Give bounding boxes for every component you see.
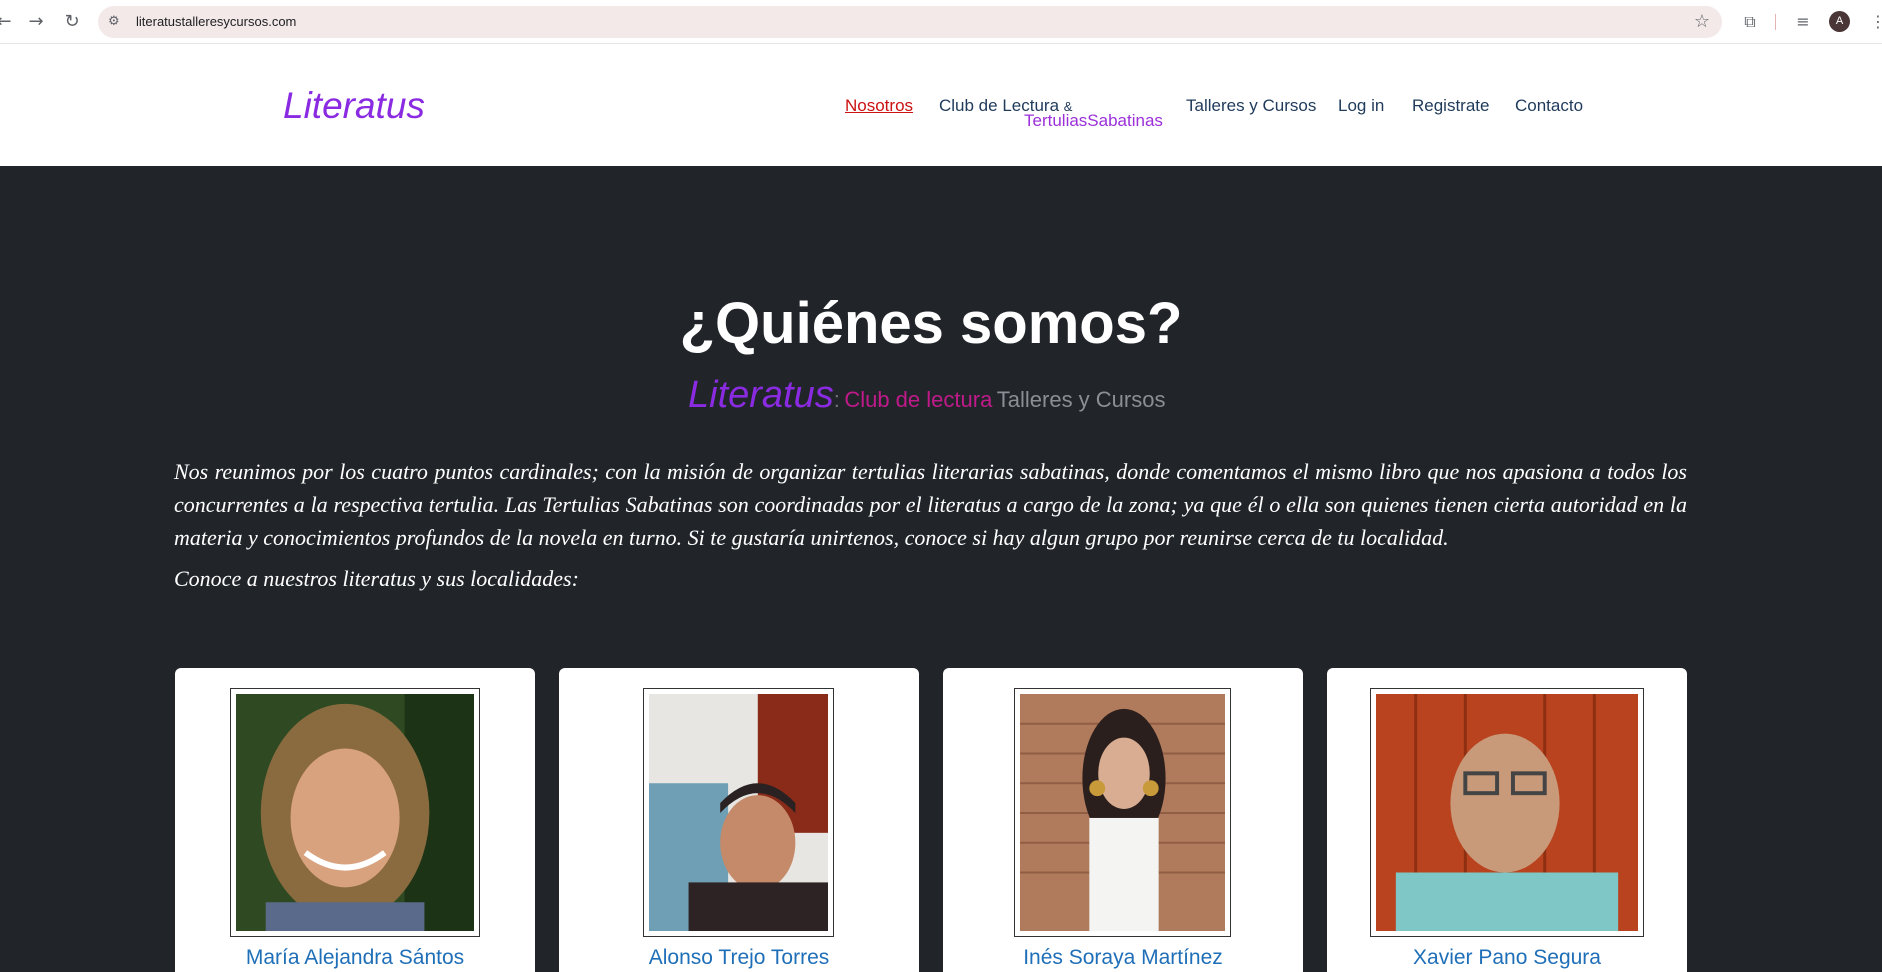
member-name[interactable]: María Alejandra Sántos bbox=[175, 946, 535, 970]
address-bar[interactable]: ⚙ literatustalleresycursos.com ☆ bbox=[98, 6, 1722, 38]
nav-contacto[interactable]: Contacto bbox=[1515, 96, 1583, 116]
menu-icon[interactable]: ⋮ bbox=[1866, 10, 1882, 34]
nav-nosotros[interactable]: Nosotros bbox=[845, 96, 913, 116]
avatar[interactable]: A bbox=[1829, 11, 1850, 32]
intro-subheading: Conoce a nuestros literatus y sus locali… bbox=[174, 566, 579, 591]
page-title: ¿Quiénes somos? bbox=[679, 291, 1183, 356]
member-card: Xavier Pano Segura bbox=[1327, 668, 1687, 972]
portrait-man-selfie bbox=[649, 694, 828, 931]
site-logo[interactable]: Literatus bbox=[283, 85, 425, 127]
extensions-icon[interactable]: ⧉ bbox=[1738, 10, 1762, 34]
member-name[interactable]: Inés Soraya Martínez bbox=[943, 946, 1303, 970]
url-text[interactable]: literatustalleresycursos.com bbox=[136, 14, 296, 29]
member-name[interactable]: Xavier Pano Segura bbox=[1327, 946, 1687, 970]
member-card: Alonso Trejo Torres bbox=[559, 668, 919, 972]
reload-icon[interactable]: ↻ bbox=[60, 10, 84, 34]
tagline-club: Club de lectura bbox=[844, 387, 993, 412]
toolbar-divider bbox=[1775, 14, 1776, 30]
intro-paragraph: Nos reunimos por los cuatro puntos cardi… bbox=[174, 459, 1687, 550]
forward-icon[interactable]: → bbox=[24, 10, 48, 34]
nav-login[interactable]: Log in bbox=[1338, 96, 1384, 116]
back-icon[interactable]: ← bbox=[0, 10, 16, 34]
nav-registrate[interactable]: Registrate bbox=[1412, 96, 1489, 116]
member-card: Inés Soraya Martínez bbox=[943, 668, 1303, 972]
member-photo[interactable] bbox=[230, 688, 480, 937]
portrait-woman-smiling bbox=[236, 694, 474, 931]
site-info-icon[interactable]: ⚙ bbox=[108, 13, 126, 31]
member-name[interactable]: Alonso Trejo Torres bbox=[559, 946, 919, 970]
browser-toolbar: ← → ↻ ⚙ literatustalleresycursos.com ☆ ⧉… bbox=[0, 0, 1882, 44]
nav-tertulias-sabatinas[interactable]: TertuliasSabatinas bbox=[1024, 111, 1163, 131]
site-header: Literatus Nosotros Club de Lectura & Ter… bbox=[0, 45, 1882, 166]
bookmark-star-icon[interactable]: ☆ bbox=[1694, 11, 1710, 32]
tagline-talleres: Talleres y Cursos bbox=[996, 387, 1166, 412]
tagline: Literatus: Club de lectura Talleres y Cu… bbox=[688, 374, 1165, 417]
member-photo[interactable] bbox=[1014, 688, 1231, 937]
member-card: María Alejandra Sántos bbox=[175, 668, 535, 972]
member-photo[interactable] bbox=[1370, 688, 1644, 937]
portrait-man-glasses bbox=[1376, 694, 1638, 931]
about-section: ¿Quiénes somos? Literatus: Club de lectu… bbox=[0, 166, 1882, 972]
tagline-colon: : bbox=[833, 387, 840, 412]
tagline-brand: Literatus bbox=[688, 374, 834, 416]
nav-talleres[interactable]: Talleres y Cursos bbox=[1186, 96, 1316, 116]
portrait-woman-brick-wall bbox=[1020, 694, 1225, 931]
media-icon[interactable]: ≡ bbox=[1791, 10, 1815, 34]
member-photo[interactable] bbox=[643, 688, 834, 937]
